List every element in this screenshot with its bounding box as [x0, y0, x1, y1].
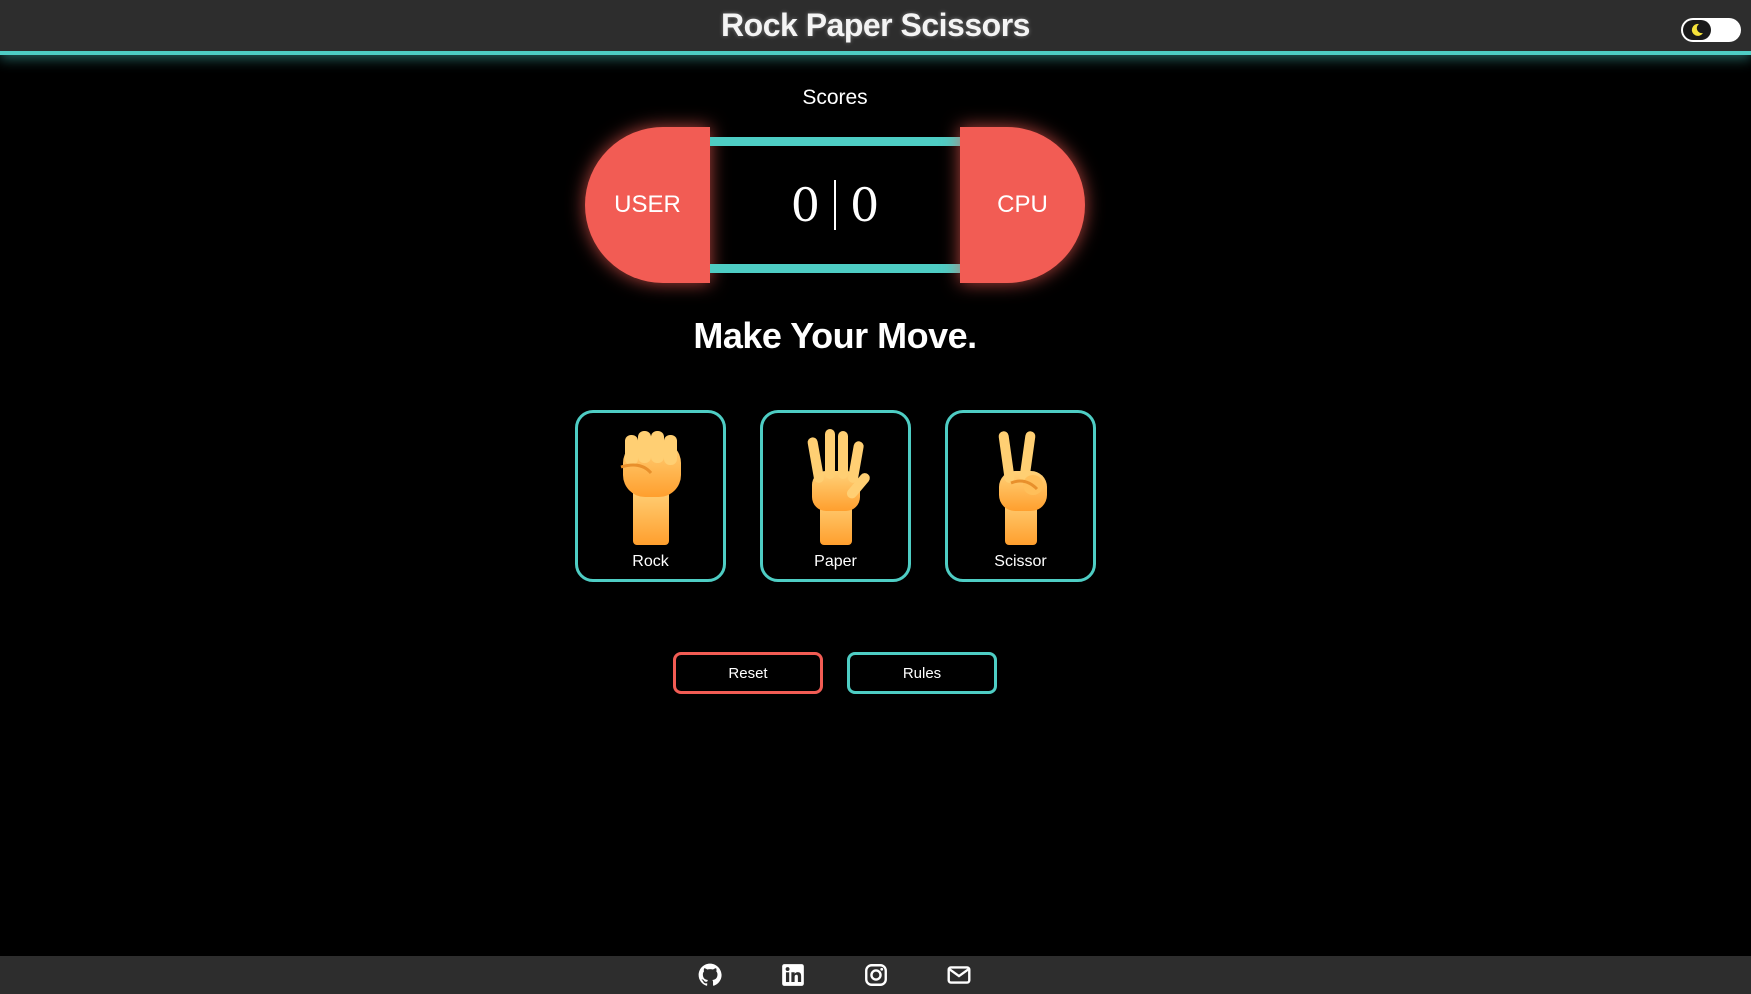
- make-move-heading: Make Your Move.: [693, 315, 977, 356]
- victory-hand-icon: [998, 431, 1047, 545]
- footer-bar: [0, 956, 1751, 994]
- rules-button[interactable]: Rules: [847, 652, 997, 694]
- reset-button[interactable]: Reset: [673, 652, 823, 694]
- scoreboard: USER 0 0 CPU: [585, 127, 1085, 283]
- mail-icon[interactable]: [946, 962, 972, 988]
- choice-label-paper: Paper: [814, 553, 857, 570]
- open-hand-icon: [807, 429, 870, 545]
- linkedin-icon[interactable]: [780, 962, 806, 988]
- cpu-badge: CPU: [960, 127, 1085, 283]
- user-score: 0: [790, 178, 820, 232]
- cpu-score: 0: [850, 178, 880, 232]
- paper-choice-button[interactable]: Paper: [760, 410, 911, 582]
- header-bar: Rock Paper Scissors: [0, 0, 1751, 55]
- choice-label-rock: Rock: [632, 553, 669, 570]
- moon-icon: [1683, 20, 1711, 40]
- scissor-choice-button[interactable]: Scissor: [945, 410, 1096, 582]
- choices-row: Rock Paper Scissor: [575, 410, 1096, 582]
- page-title: Rock Paper Scissors: [721, 7, 1030, 43]
- fist-icon: [620, 431, 681, 545]
- choice-label-scissor: Scissor: [994, 553, 1047, 570]
- rock-choice-button[interactable]: Rock: [575, 410, 726, 582]
- instagram-icon[interactable]: [863, 962, 889, 988]
- scores-label: Scores: [802, 86, 868, 109]
- theme-toggle[interactable]: [1681, 18, 1741, 42]
- github-icon[interactable]: [697, 962, 723, 988]
- score-divider: [834, 180, 836, 230]
- score-display: 0 0: [710, 137, 960, 273]
- user-badge: USER: [585, 127, 710, 283]
